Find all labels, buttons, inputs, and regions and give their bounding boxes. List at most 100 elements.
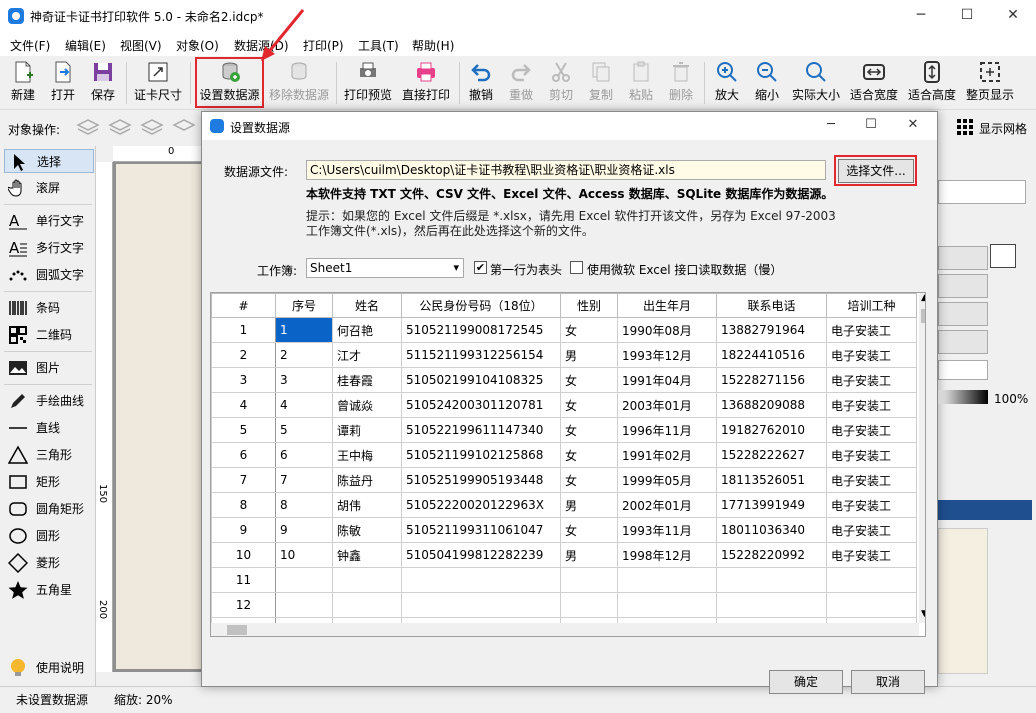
table-cell[interactable]: 1996年11月: [617, 417, 717, 443]
row-header-cell[interactable]: 3: [211, 367, 276, 393]
table-cell[interactable]: 8: [275, 492, 333, 518]
card-size-button[interactable]: 证卡尺寸: [132, 60, 184, 106]
property-button[interactable]: [938, 274, 988, 298]
row-header-cell[interactable]: 11: [211, 567, 276, 593]
table-cell[interactable]: [560, 592, 618, 618]
table-cell[interactable]: 1991年04月: [617, 367, 717, 393]
fit-width-button[interactable]: 适合宽度: [848, 60, 900, 106]
column-header[interactable]: 公民身份号码（18位）: [401, 293, 561, 318]
row-header-cell[interactable]: 9: [211, 517, 276, 543]
property-button[interactable]: [938, 246, 988, 270]
table-cell[interactable]: 胡伟: [332, 492, 402, 518]
table-row[interactable]: 8 8 胡伟 51052220020122963X 男 2002年01月 177139919…: [211, 492, 917, 518]
table-cell[interactable]: 电子安装工: [826, 442, 917, 468]
table-cell[interactable]: 女: [560, 517, 618, 543]
scroll-down-icon[interactable]: ▼: [921, 609, 925, 619]
table-cell[interactable]: 18011036340: [716, 517, 827, 543]
table-cell[interactable]: 510521199008172545: [401, 317, 561, 343]
table-row[interactable]: 3 3 桂春霞 510502199104108325 女 1991年04月 15228271…: [211, 367, 917, 393]
table-row[interactable]: 5 5 谭莉 510522199611147340 女 1996年11月 191827620…: [211, 417, 917, 443]
property-select[interactable]: [938, 360, 988, 380]
table-cell[interactable]: 3: [275, 367, 333, 393]
menu-edit[interactable]: 编辑(E): [65, 37, 106, 54]
data-grid[interactable]: # 序号 姓名 公民身份号码（18位） 性别 出生年月 联系电话 培训工种 1 1 何召艳 5105…: [210, 292, 926, 637]
table-cell[interactable]: [401, 592, 561, 618]
dialog-minimize-button[interactable]: ─: [810, 112, 852, 140]
new-button[interactable]: 新建: [8, 60, 38, 106]
undo-button[interactable]: 撤销: [466, 60, 496, 106]
copy-button[interactable]: 复制: [586, 60, 616, 106]
table-cell[interactable]: 女: [560, 442, 618, 468]
table-cell[interactable]: 钟鑫: [332, 542, 402, 568]
table-row[interactable]: 1 1 何召艳 510521199008172545 女 1990年08月 13882791…: [211, 317, 917, 343]
table-cell[interactable]: [332, 592, 402, 618]
first-row-header-checkbox[interactable]: ✔: [474, 261, 487, 274]
table-row[interactable]: 4 4 曾诚焱 510524200301120781 女 2003年01月 13688209…: [211, 392, 917, 418]
table-cell[interactable]: 13882791964: [716, 317, 827, 343]
table-row[interactable]: 6 6 王中梅 510521199102125868 女 1991年02月 15228222…: [211, 442, 917, 468]
menu-view[interactable]: 视图(V): [120, 37, 162, 54]
table-cell[interactable]: 电子安装工: [826, 342, 917, 368]
tool-single-line-text[interactable]: A 单行文字: [4, 209, 94, 233]
table-cell[interactable]: 2002年01月: [617, 492, 717, 518]
column-header[interactable]: 序号: [275, 293, 333, 318]
table-cell[interactable]: 510522199611147340: [401, 417, 561, 443]
opacity-slider[interactable]: [938, 390, 988, 404]
menu-tools[interactable]: 工具(T): [358, 37, 399, 54]
row-header-cell[interactable]: 2: [211, 342, 276, 368]
table-cell[interactable]: 511521199312256154: [401, 342, 561, 368]
table-cell[interactable]: 1: [275, 317, 333, 343]
tool-star[interactable]: 五角星: [4, 578, 94, 602]
table-cell[interactable]: 18113526051: [716, 467, 827, 493]
actual-size-button[interactable]: 实际大小: [790, 60, 842, 106]
table-cell[interactable]: 510521199102125868: [401, 442, 561, 468]
column-header[interactable]: 联系电话: [716, 293, 827, 318]
fit-page-button[interactable]: 整页显示: [964, 60, 1016, 106]
row-header-cell[interactable]: 8: [211, 492, 276, 518]
table-cell[interactable]: [401, 567, 561, 593]
table-row[interactable]: 10 10 钟鑫 510504199812282239 男 1998年12月 1522822…: [211, 542, 917, 568]
table-cell[interactable]: 510524200301120781: [401, 392, 561, 418]
table-cell[interactable]: 15228222627: [716, 442, 827, 468]
tool-rectangle[interactable]: 矩形: [4, 470, 94, 494]
table-cell[interactable]: [275, 567, 333, 593]
tool-help[interactable]: 使用说明: [4, 656, 94, 680]
dialog-close-button[interactable]: ✕: [892, 112, 934, 140]
color-swatch[interactable]: [990, 244, 1016, 268]
column-header[interactable]: 姓名: [332, 293, 402, 318]
table-cell[interactable]: 15228220992: [716, 542, 827, 568]
paste-button[interactable]: 粘贴: [626, 60, 656, 106]
table-cell[interactable]: 510502199104108325: [401, 367, 561, 393]
table-cell[interactable]: 电子安装工: [826, 417, 917, 443]
show-grid-toggle[interactable]: 显示网格: [979, 120, 1027, 137]
table-cell[interactable]: 1991年02月: [617, 442, 717, 468]
table-cell[interactable]: 17713991949: [716, 492, 827, 518]
scroll-up-icon[interactable]: ▲: [921, 293, 925, 303]
row-header-cell[interactable]: 5: [211, 417, 276, 443]
tool-barcode[interactable]: 条码: [4, 296, 94, 320]
row-header-cell[interactable]: 1: [211, 317, 276, 343]
table-row[interactable]: 12: [211, 592, 917, 618]
table-cell[interactable]: 2003年01月: [617, 392, 717, 418]
menu-help[interactable]: 帮助(H): [412, 37, 454, 54]
column-header[interactable]: 出生年月: [617, 293, 717, 318]
cut-button[interactable]: 剪切: [546, 60, 576, 106]
table-cell[interactable]: 江才: [332, 342, 402, 368]
tool-freehand[interactable]: 手绘曲线: [4, 389, 94, 413]
table-cell[interactable]: 女: [560, 417, 618, 443]
zoom-out-button[interactable]: 缩小: [752, 60, 782, 106]
table-cell[interactable]: 电子安装工: [826, 542, 917, 568]
table-cell[interactable]: [617, 567, 717, 593]
menu-object[interactable]: 对象(O): [176, 37, 219, 54]
table-cell[interactable]: 女: [560, 392, 618, 418]
table-cell[interactable]: 510504199812282239: [401, 542, 561, 568]
minimize-button[interactable]: ─: [898, 0, 944, 32]
table-cell[interactable]: 女: [560, 317, 618, 343]
table-cell[interactable]: 何召艳: [332, 317, 402, 343]
datasource-path-field[interactable]: C:\Users\cuilm\Desktop\证卡证书教程\职业资格证\职业资格…: [306, 160, 826, 180]
row-header-cell[interactable]: 10: [211, 542, 276, 568]
tool-circle[interactable]: 圆形: [4, 524, 94, 548]
table-cell[interactable]: 18224410516: [716, 342, 827, 368]
table-cell[interactable]: 19182762010: [716, 417, 827, 443]
table-cell[interactable]: 1998年12月: [617, 542, 717, 568]
